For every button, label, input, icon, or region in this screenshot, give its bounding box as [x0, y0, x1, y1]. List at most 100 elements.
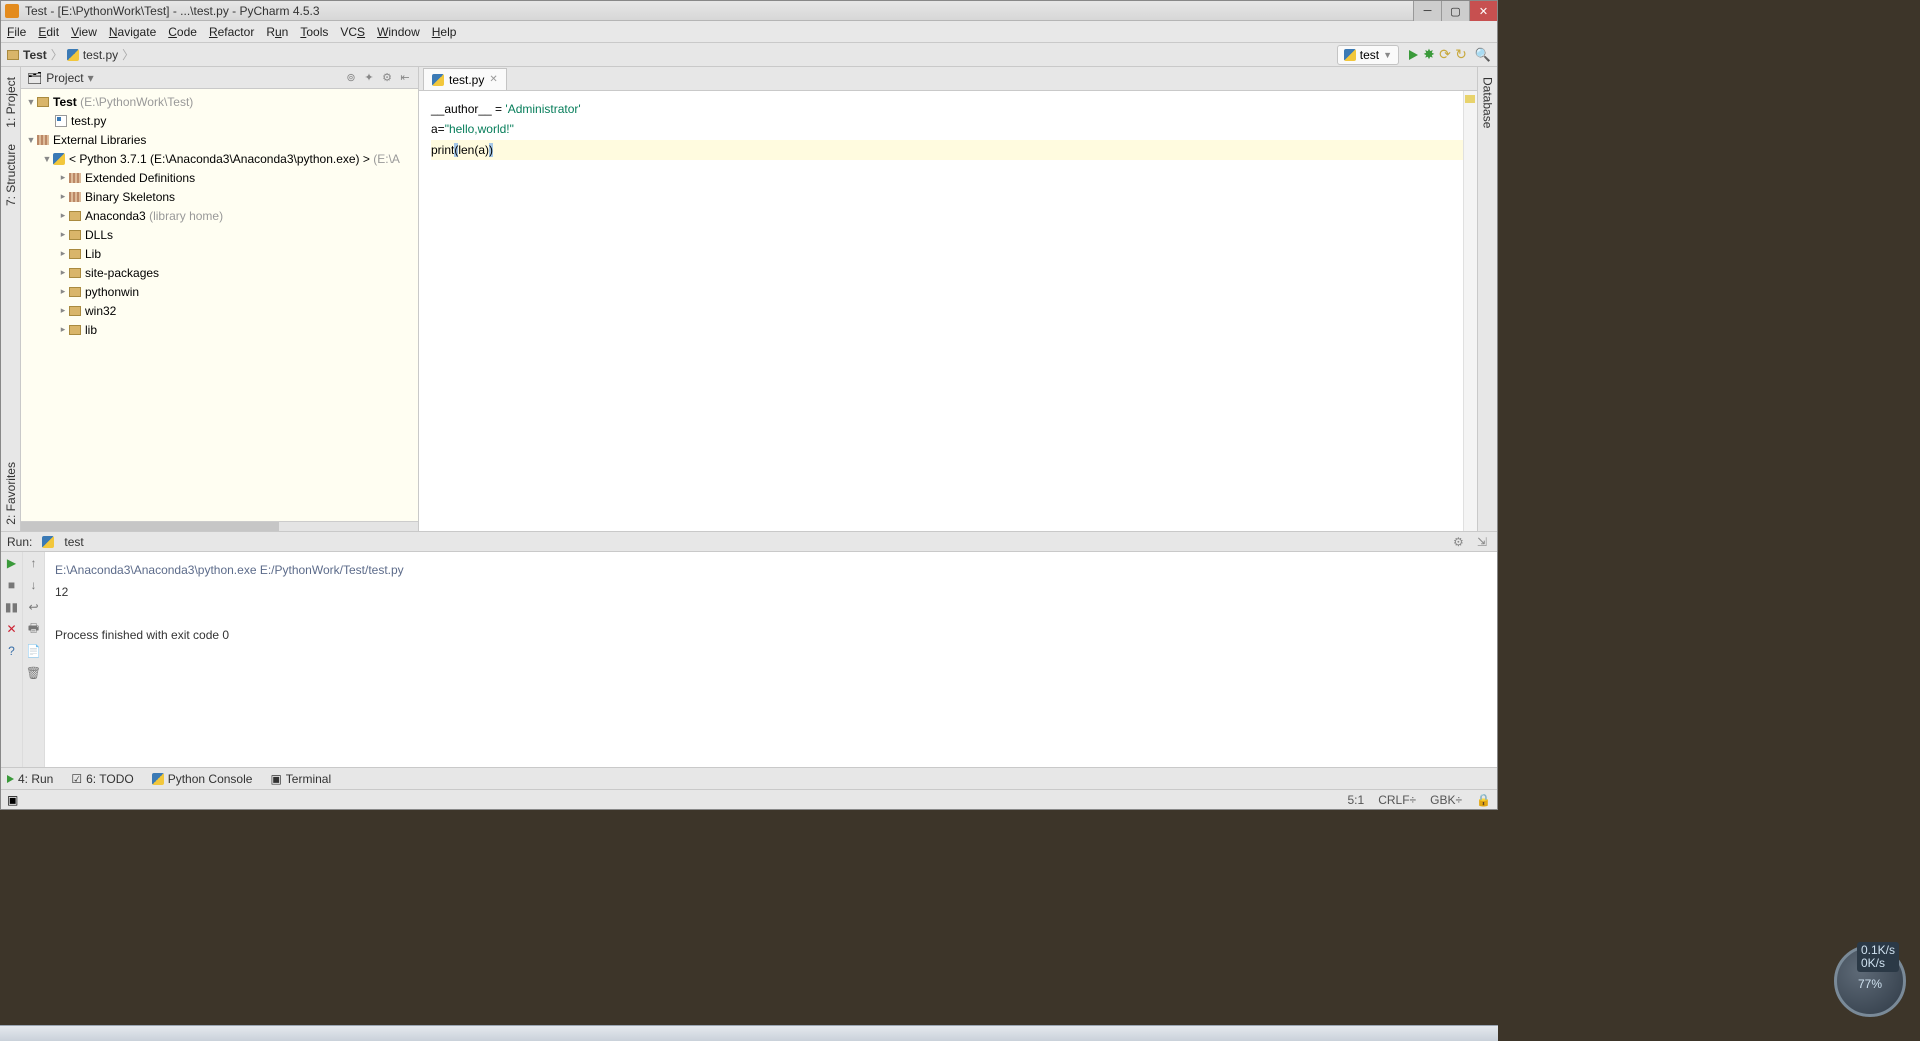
chevron-right-icon: 〉: [122, 46, 134, 63]
pause-icon[interactable]: ▮▮: [5, 600, 19, 614]
horizontal-scrollbar[interactable]: [21, 521, 418, 531]
tree-root-name: Test: [53, 95, 77, 109]
trash-icon[interactable]: 🗑: [27, 666, 41, 680]
chevron-down-icon[interactable]: ▾: [88, 71, 94, 85]
status-encoding[interactable]: GBK÷: [1430, 793, 1462, 807]
close-icon[interactable]: ✕: [5, 622, 19, 636]
taskbar[interactable]: [0, 1025, 1498, 1041]
minimize-icon[interactable]: ⇲: [1477, 535, 1491, 549]
down-icon[interactable]: ↓: [27, 578, 41, 592]
collapse-all-icon[interactable]: ✦: [362, 71, 376, 85]
tree-item[interactable]: ▸ Anaconda3 (library home): [21, 206, 418, 225]
tree-item[interactable]: ▸ Extended Definitions: [21, 168, 418, 187]
tree-item[interactable]: ▸ Binary Skeletons: [21, 187, 418, 206]
run-config-selector[interactable]: test ▼: [1337, 45, 1399, 65]
sidebar-tab-database[interactable]: Database: [1479, 71, 1497, 134]
left-tool-rail: 1: Project 7: Structure 2: Favorites: [1, 67, 21, 531]
editor-tab[interactable]: test.py ✕: [423, 68, 507, 90]
toolwin-terminal[interactable]: ▣Terminal: [270, 772, 331, 786]
menu-tools[interactable]: Tools: [300, 25, 328, 39]
toolwin-label: 6: TODO: [86, 772, 134, 786]
stop-icon[interactable]: ■: [5, 578, 19, 592]
breadcrumb[interactable]: Test 〉 test.py 〉: [7, 46, 134, 63]
tree-label: Extended Definitions: [85, 171, 195, 185]
rerun-icon[interactable]: ▶: [5, 556, 19, 570]
right-tool-rail: Database: [1477, 67, 1497, 531]
menu-file[interactable]: File: [7, 25, 26, 39]
tree-item[interactable]: ▸ lib: [21, 320, 418, 339]
status-lock-icon[interactable]: 🔒: [1476, 793, 1491, 807]
app-icon: [5, 4, 19, 18]
tree-python-env[interactable]: ▼ < Python 3.7.1 (E:\Anaconda3\Anaconda3…: [21, 149, 418, 168]
run-button[interactable]: [1405, 47, 1421, 63]
editor-gutter[interactable]: [1463, 91, 1477, 531]
code-text: len(a): [458, 143, 489, 157]
status-bar: ▣ 5:1 CRLF÷ GBK÷ 🔒: [1, 789, 1497, 809]
tree-item[interactable]: ▸ DLLs: [21, 225, 418, 244]
tree-item[interactable]: ▸ pythonwin: [21, 282, 418, 301]
tree-label: DLLs: [85, 228, 113, 242]
tree-file-name: test.py: [71, 114, 106, 128]
menu-code[interactable]: Code: [168, 25, 197, 39]
code-text: a=: [431, 122, 445, 136]
gear-icon[interactable]: ⚙: [1453, 535, 1467, 549]
menu-help[interactable]: Help: [432, 25, 457, 39]
help-icon[interactable]: ?: [5, 644, 19, 658]
status-position[interactable]: 5:1: [1348, 793, 1365, 807]
sidebar-tab-favorites[interactable]: 2: Favorites: [2, 456, 20, 531]
widget-net: 0.1K/s0K/s: [1857, 942, 1899, 972]
export-icon[interactable]: 📄: [27, 644, 41, 658]
maximize-button[interactable]: ▢: [1441, 1, 1469, 21]
sidebar-tab-structure[interactable]: 7: Structure: [2, 138, 20, 212]
folder-icon: [69, 249, 81, 259]
sidebar-tab-project[interactable]: 1: Project: [2, 71, 20, 134]
debug-button[interactable]: ✸: [1421, 47, 1437, 63]
project-tree[interactable]: ▼ Test (E:\PythonWork\Test) test.py ▼ Ex…: [21, 89, 418, 521]
tree-root[interactable]: ▼ Test (E:\PythonWork\Test): [21, 92, 418, 111]
console-output[interactable]: E:\Anaconda3\Anaconda3\python.exe E:/Pyt…: [45, 552, 1497, 767]
close-button[interactable]: ✕: [1469, 1, 1497, 21]
search-everywhere-button[interactable]: 🔍: [1475, 47, 1491, 63]
python-file-icon: [55, 115, 67, 127]
tree-external-libraries[interactable]: ▼ External Libraries: [21, 130, 418, 149]
tree-item[interactable]: ▸ Lib: [21, 244, 418, 263]
toolwin-todo[interactable]: ☑6: TODO: [71, 772, 133, 786]
toolwin-label: Terminal: [286, 772, 331, 786]
tree-item[interactable]: ▸ site-packages: [21, 263, 418, 282]
menu-window[interactable]: Window: [377, 25, 420, 39]
tree-item[interactable]: ▸ win32: [21, 301, 418, 320]
status-line-separator[interactable]: CRLF÷: [1378, 793, 1416, 807]
toolwin-label: 4: Run: [18, 772, 53, 786]
tree-label: Lib: [85, 247, 101, 261]
warning-mark-icon: [1465, 95, 1475, 103]
chevron-right-icon: 〉: [51, 46, 63, 63]
menu-run[interactable]: Run: [266, 25, 288, 39]
editor-tab-label: test.py: [449, 73, 484, 87]
status-icon[interactable]: ▣: [7, 793, 18, 807]
toolwin-run[interactable]: 4: Run: [7, 772, 53, 786]
menu-view[interactable]: View: [71, 25, 97, 39]
run-coverage-button[interactable]: ⟳: [1437, 47, 1453, 63]
rerun-button[interactable]: ↻: [1453, 47, 1469, 63]
tree-label: Binary Skeletons: [85, 190, 175, 204]
code-editor[interactable]: __author__ = 'Administrator' a="hello,wo…: [419, 91, 1477, 531]
close-tab-icon[interactable]: ✕: [489, 74, 497, 85]
up-icon[interactable]: ↑: [27, 556, 41, 570]
menu-navigate[interactable]: Navigate: [109, 25, 156, 39]
widget-unit: %: [1871, 977, 1882, 991]
tree-label: pythonwin: [85, 285, 139, 299]
toolwin-python-console[interactable]: Python Console: [152, 772, 253, 786]
menu-refactor[interactable]: Refactor: [209, 25, 254, 39]
system-widget[interactable]: 0.1K/s0K/s 77%: [1834, 945, 1906, 1017]
minimize-button[interactable]: ─: [1413, 1, 1441, 21]
code-paren: ): [489, 143, 493, 157]
scroll-from-source-icon[interactable]: ⊚: [344, 71, 358, 85]
gear-icon[interactable]: ⚙: [380, 71, 394, 85]
menu-edit[interactable]: Edit: [38, 25, 59, 39]
print-icon[interactable]: 🖶: [27, 622, 41, 636]
tree-file[interactable]: test.py: [21, 111, 418, 130]
widget-value: 77: [1858, 977, 1871, 991]
soft-wrap-icon[interactable]: ↩: [27, 600, 41, 614]
menu-vcs[interactable]: VCS: [340, 25, 365, 39]
hide-icon[interactable]: ⇤: [398, 71, 412, 85]
